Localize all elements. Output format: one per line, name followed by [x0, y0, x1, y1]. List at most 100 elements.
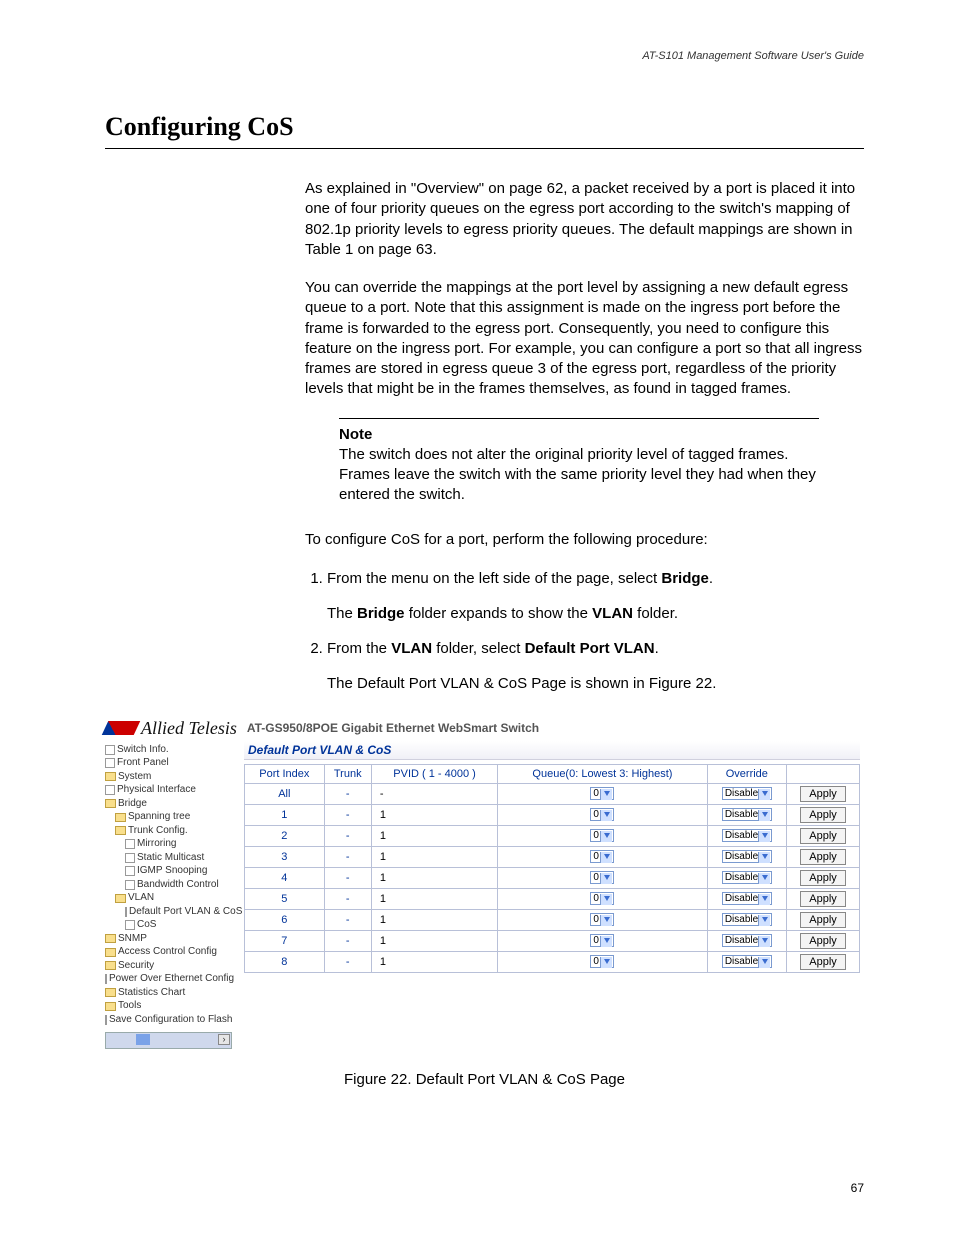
logo-text: Allied Telesis [141, 718, 237, 739]
horizontal-scrollbar[interactable]: › [105, 1032, 232, 1049]
cell-override: Disable [707, 867, 786, 888]
nav-item[interactable]: Security [105, 959, 230, 973]
nav-item[interactable]: Spanning tree [105, 810, 230, 824]
logo-icon [102, 721, 141, 735]
apply-button[interactable]: Apply [800, 828, 846, 844]
override-select[interactable]: Disable [722, 955, 772, 968]
document-icon [105, 758, 115, 768]
override-select[interactable]: Disable [722, 892, 772, 905]
override-select[interactable]: Disable [722, 850, 772, 863]
cell-port: 2 [245, 825, 325, 846]
override-select[interactable]: Disable [722, 871, 772, 884]
queue-select[interactable]: 0 [590, 913, 614, 926]
folder-icon [105, 772, 116, 781]
scroll-thumb[interactable] [136, 1034, 150, 1045]
nav-item[interactable]: Access Control Config [105, 945, 230, 959]
nav-item[interactable]: Front Panel [105, 756, 230, 770]
nav-item[interactable]: Bandwidth Control [105, 878, 230, 892]
chevron-down-icon [762, 812, 768, 817]
nav-item[interactable]: IGMP Snooping [105, 864, 230, 878]
nav-item[interactable]: Save Configuration to Flash [105, 1013, 230, 1027]
override-select[interactable]: Disable [722, 808, 772, 821]
chevron-down-icon [604, 833, 610, 838]
folder-icon [105, 934, 116, 943]
chevron-down-icon [762, 875, 768, 880]
queue-select[interactable]: 0 [590, 850, 614, 863]
document-icon [125, 880, 135, 890]
cell-pvid[interactable]: 1 [371, 909, 497, 930]
apply-button[interactable]: Apply [800, 891, 846, 907]
paragraph-1: As explained in "Overview" on page 62, a… [305, 179, 864, 260]
table-row: All--0DisableApply [245, 783, 860, 804]
cell-port: 4 [245, 867, 325, 888]
nav-item[interactable]: Statistics Chart [105, 986, 230, 1000]
cell-pvid[interactable]: 1 [371, 846, 497, 867]
cell-pvid[interactable]: - [371, 783, 497, 804]
nav-item[interactable]: Default Port VLAN & CoS [105, 905, 230, 919]
override-select[interactable]: Disable [722, 934, 772, 947]
queue-select[interactable]: 0 [590, 871, 614, 884]
cell-queue: 0 [498, 825, 707, 846]
cell-pvid[interactable]: 1 [371, 888, 497, 909]
cell-override: Disable [707, 951, 786, 972]
cell-pvid[interactable]: 1 [371, 804, 497, 825]
cell-trunk: - [324, 888, 371, 909]
queue-select[interactable]: 0 [590, 829, 614, 842]
queue-select[interactable]: 0 [590, 787, 614, 800]
nav-item[interactable]: Tools [105, 999, 230, 1013]
nav-item[interactable]: VLAN [105, 891, 230, 905]
table-row: 1-10DisableApply [245, 804, 860, 825]
cell-apply: Apply [787, 846, 860, 867]
table-row: 5-1 0 Disable Apply [245, 888, 860, 909]
nav-item[interactable]: SNMP [105, 932, 230, 946]
cell-pvid[interactable]: 1 [371, 951, 497, 972]
nav-tree[interactable]: Switch Info.Front PanelSystemPhysical In… [105, 741, 230, 1029]
apply-button[interactable]: Apply [800, 933, 846, 949]
cell-pvid[interactable]: 1 [371, 825, 497, 846]
chevron-down-icon [762, 791, 768, 796]
nav-item[interactable]: Static Multicast [105, 851, 230, 865]
nav-item[interactable]: System [105, 770, 230, 784]
cell-port: 7 [245, 930, 325, 951]
nav-item[interactable]: Bridge [105, 797, 230, 811]
cell-port: 5 [245, 888, 325, 909]
cell-port: 6 [245, 909, 325, 930]
cell-queue: 0 [498, 804, 707, 825]
queue-select[interactable]: 0 [590, 892, 614, 905]
apply-button[interactable]: Apply [800, 912, 846, 928]
override-select[interactable]: Disable [722, 829, 772, 842]
cell-port: 3 [245, 846, 325, 867]
cell-pvid[interactable]: 1 [371, 930, 497, 951]
override-select[interactable]: Disable [722, 913, 772, 926]
cell-apply: Apply [787, 783, 860, 804]
nav-item-label: Spanning tree [128, 810, 190, 824]
cell-apply: Apply [787, 825, 860, 846]
cell-port: 8 [245, 951, 325, 972]
cell-queue: 0 [498, 909, 707, 930]
nav-item[interactable]: Mirroring [105, 837, 230, 851]
nav-item-label: Tools [118, 999, 141, 1013]
apply-button[interactable]: Apply [800, 870, 846, 886]
nav-item[interactable]: Switch Info. [105, 743, 230, 757]
chevron-down-icon [762, 959, 768, 964]
nav-item-label: Power Over Ethernet Config [109, 972, 234, 986]
queue-select[interactable]: 0 [590, 934, 614, 947]
apply-button[interactable]: Apply [800, 807, 846, 823]
nav-item[interactable]: Power Over Ethernet Config [105, 972, 230, 986]
nav-item[interactable]: Trunk Config. [105, 824, 230, 838]
document-icon [105, 785, 115, 795]
apply-button[interactable]: Apply [800, 786, 846, 802]
queue-select[interactable]: 0 [590, 808, 614, 821]
apply-button[interactable]: Apply [800, 849, 846, 865]
title-rule [105, 148, 864, 149]
scroll-right-arrow-icon[interactable]: › [218, 1034, 230, 1045]
cell-apply: Apply [787, 930, 860, 951]
queue-select[interactable]: 0 [590, 955, 614, 968]
nav-item[interactable]: CoS [105, 918, 230, 932]
apply-button[interactable]: Apply [800, 954, 846, 970]
override-select[interactable]: Disable [722, 787, 772, 800]
cell-trunk: - [324, 804, 371, 825]
cell-pvid[interactable]: 1 [371, 867, 497, 888]
nav-item[interactable]: Physical Interface [105, 783, 230, 797]
cell-trunk: - [324, 909, 371, 930]
